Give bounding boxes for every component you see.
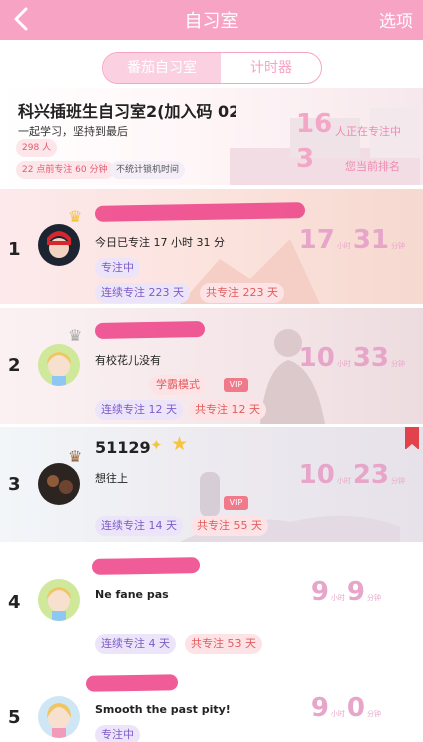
study-mode-tag: 学霸模式 (150, 375, 206, 395)
online-label: 人正在专注中 (335, 125, 401, 138)
minute-unit: 分钟 (391, 477, 405, 485)
focus-time: 10 小时23 分钟 (299, 460, 407, 490)
leaderboard-row-3[interactable]: 3 ♛ 51129 ✦ ★ 想往上 VIP 连续专注 14 天 共专注 55 天… (0, 427, 423, 542)
focusing-status-tag: 专注中 (95, 725, 140, 742)
leaderboard-row-5[interactable]: 5 Smooth the past pity! 专注中 9 小时0 分钟 (0, 665, 423, 742)
avatar[interactable] (38, 579, 80, 621)
user-motto: 想往上 (95, 472, 128, 485)
leaderboard-row-1[interactable]: 1 ♛ 今日已专注 17 小时 31 分 专注中 连续专注 223 天 共专注 … (0, 189, 423, 304)
comet-icon: ✦ (150, 436, 163, 454)
nav-bar: 自习室 选项 (0, 0, 423, 40)
focus-minutes: 0 (346, 693, 365, 723)
streak-tag: 连续专注 12 天 (95, 400, 183, 420)
rank-number: 3 (8, 474, 21, 495)
mode-segmented-control: 番茄自习室 计时器 (102, 52, 322, 84)
minute-unit: 分钟 (391, 360, 405, 368)
total-days-tag: 共专注 53 天 (185, 634, 262, 654)
minute-unit: 分钟 (391, 242, 405, 250)
user-motto: 有校花儿没有 (95, 354, 161, 367)
total-days-tag: 共专注 12 天 (189, 400, 266, 420)
focus-time: 9 小时0 分钟 (311, 693, 383, 723)
focus-minutes: 23 (352, 460, 389, 490)
hour-unit: 小时 (330, 710, 345, 718)
star-icon: ★ (171, 433, 189, 455)
streak-tag: 连续专注 223 天 (95, 283, 190, 303)
bronze-crown-icon: ♛ (68, 447, 83, 466)
tab-pomodoro-room[interactable]: 番茄自习室 (103, 53, 221, 83)
focus-minutes: 9 (346, 577, 365, 607)
redacted-username (85, 674, 179, 692)
bookmark-icon[interactable] (405, 427, 419, 450)
leaderboard-row-4[interactable]: 4 Ne fane pas 连续专注 4 天 共专注 53 天 9 小时9 分钟 (0, 546, 423, 662)
rank-number: 5 (8, 707, 21, 728)
room-rule-badge: 22 点前专注 60 分钟 (16, 161, 114, 179)
hour-unit: 小时 (336, 477, 351, 485)
silver-crown-icon: ♛ (68, 326, 83, 345)
total-days-tag: 共专注 223 天 (200, 283, 284, 303)
focus-hours: 17 (298, 225, 335, 255)
avatar[interactable] (38, 344, 80, 386)
total-days-tag: 共专注 55 天 (191, 516, 268, 536)
hour-unit: 小时 (336, 242, 351, 250)
room-name: 科兴插班生自习室2(加入码 02D (18, 102, 236, 121)
focusing-status-tag: 专注中 (95, 258, 140, 278)
hour-unit: 小时 (330, 594, 345, 602)
focus-minutes: 33 (352, 343, 389, 373)
rank-number: 2 (8, 355, 21, 376)
user-motto: Ne fane pas (95, 588, 169, 601)
my-rank-value: 3 (296, 144, 315, 174)
redacted-username (91, 557, 201, 575)
hour-unit: 小时 (336, 360, 351, 368)
tab-timer[interactable]: 计时器 (221, 53, 321, 83)
redacted-username (94, 321, 206, 339)
focus-minutes: 31 (352, 225, 389, 255)
minute-unit: 分钟 (367, 710, 381, 718)
vip-badge: VIP (224, 496, 248, 510)
username: 51129 (95, 438, 151, 457)
vip-badge: VIP (224, 378, 248, 392)
rank-number: 4 (8, 592, 21, 613)
leaderboard-row-2[interactable]: 2 ♛ 有校花儿没有 学霸模式 VIP 连续专注 12 天 共专注 12 天 1… (0, 308, 423, 424)
focus-time: 10 小时33 分钟 (299, 343, 407, 373)
focus-time: 17 小时31 分钟 (299, 225, 407, 255)
page-title: 自习室 (184, 11, 239, 32)
focus-hours: 10 (298, 343, 335, 373)
streak-tag: 连续专注 14 天 (95, 516, 183, 536)
user-motto: 今日已专注 17 小时 31 分 (95, 236, 225, 249)
focus-hours: 9 (310, 693, 329, 723)
minute-unit: 分钟 (367, 594, 381, 602)
avatar[interactable] (38, 224, 80, 266)
avatar[interactable] (38, 696, 80, 738)
focus-time: 9 小时9 分钟 (311, 577, 383, 607)
focus-hours: 9 (310, 577, 329, 607)
streak-tag: 连续专注 4 天 (95, 634, 176, 654)
online-count: 16 (296, 109, 333, 139)
rank-number: 1 (8, 239, 21, 260)
room-info-panel: 科兴插班生自习室2(加入码 02D 一起学习，坚持到最后 298 人 22 点前… (0, 88, 423, 185)
focus-hours: 10 (298, 460, 335, 490)
options-button[interactable]: 选项 (379, 7, 413, 32)
my-rank-label: 您当前排名 (345, 160, 400, 173)
avatar[interactable] (38, 463, 80, 505)
lock-rule-badge: 不统计锁机时间 (110, 161, 186, 179)
member-count-badge: 298 人 (16, 139, 58, 157)
user-motto: Smooth the past pity! (95, 703, 231, 716)
gold-crown-icon: ♛ (68, 207, 83, 226)
room-slogan: 一起学习，坚持到最后 (18, 125, 128, 138)
